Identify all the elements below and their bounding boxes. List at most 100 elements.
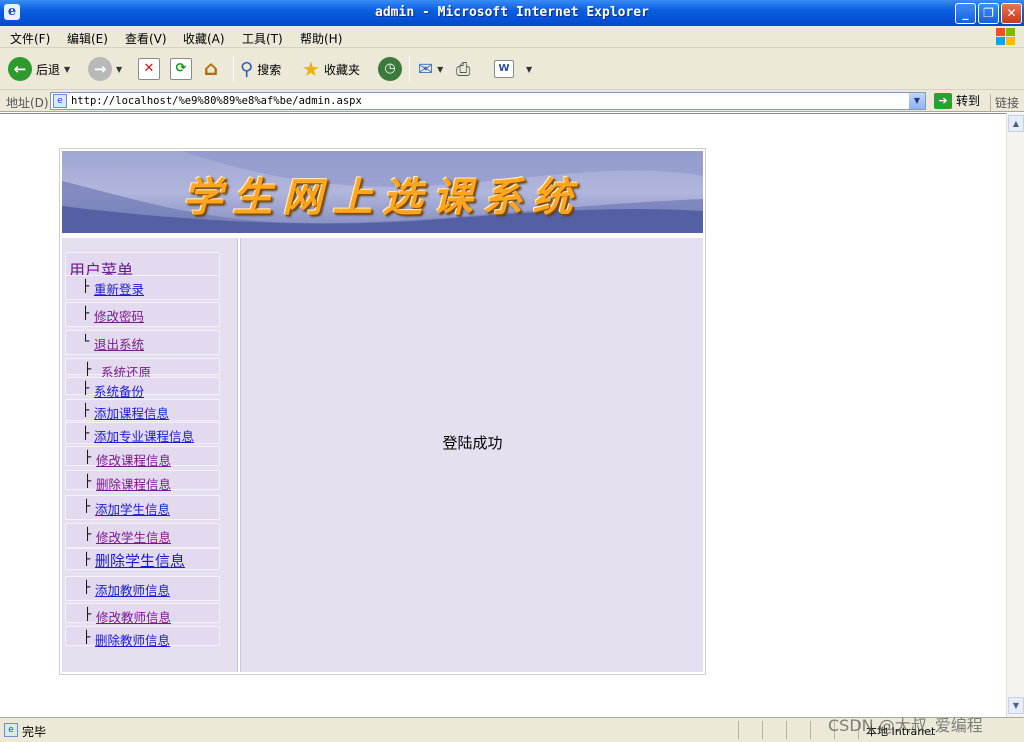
banner-title: 学生网上选课系统 — [182, 174, 583, 221]
tree-branch-icon: ├ — [83, 630, 91, 644]
menu-link[interactable]: 重新登录 — [94, 279, 144, 298]
mail-icon: ✉ — [418, 58, 434, 80]
home-icon: ⌂ — [203, 56, 219, 80]
back-arrow-icon: ← — [8, 57, 32, 81]
menu-link[interactable]: 退出系统 — [94, 334, 144, 353]
refresh-icon: ⟳ — [170, 58, 192, 80]
toolbar-separator — [409, 56, 410, 82]
tree-branch-icon: ├ — [84, 450, 92, 464]
print-button[interactable]: ⎙ — [456, 55, 470, 83]
chevron-down-icon[interactable]: ▼ — [437, 65, 443, 74]
close-button[interactable]: ✕ — [1001, 3, 1022, 24]
go-arrow-icon: ➔ — [934, 92, 952, 109]
scroll-up-icon[interactable]: ▲ — [1008, 115, 1024, 132]
menu-bar: 文件(F) 编辑(E) 查看(V) 收藏(A) 工具(T) 帮助(H) — [0, 26, 1024, 48]
menu-item-row: ├ 修改课程信息 — [65, 446, 220, 469]
tree-branch-icon: ├ — [84, 362, 92, 376]
menu-link[interactable]: 删除学生信息 — [95, 550, 185, 571]
menu-item-row: ├ 添加教师信息 — [65, 576, 220, 601]
tree-branch-icon: ├ — [84, 527, 92, 541]
printer-icon: ⎙ — [456, 58, 471, 80]
menu-item-row: ├ 添加课程信息 — [65, 399, 220, 421]
vertical-scrollbar[interactable]: ▲ ▼ — [1006, 113, 1024, 717]
stop-button[interactable]: ✕ — [138, 55, 160, 83]
menu-item-row: └ 退出系统 — [65, 330, 220, 355]
home-button[interactable]: ⌂ — [200, 55, 222, 83]
tree-branch-icon: ├ — [83, 580, 91, 594]
menu-edit[interactable]: 编辑(E) — [67, 30, 108, 47]
address-dropdown-icon[interactable]: ▼ — [909, 93, 925, 109]
tree-branch-icon: ├ — [82, 426, 90, 440]
menu-view[interactable]: 查看(V) — [125, 30, 167, 47]
csdn-watermark: CSDN @大叔_爱编程 — [828, 716, 983, 735]
sidebar: 用户菜单 ├ 重新登录 ├ 修改密码 └ 退出系统 ├ 系统还原 ├ 系统备份 ├ 添加课程信息 ├ 添加… — [62, 238, 238, 672]
back-label: 后退 — [36, 62, 61, 77]
menu-link[interactable]: 删除课程信息 — [96, 474, 171, 493]
menu-help[interactable]: 帮助(H) — [300, 30, 342, 47]
forward-button[interactable]: → ▼ — [88, 55, 122, 83]
tree-branch-icon: ├ — [84, 474, 92, 488]
address-label: 地址(D) — [6, 96, 49, 110]
main-content: 登陆成功 — [240, 238, 703, 672]
page-frame: 学生网上选课系统 用户菜单 ├ 重新登录 ├ 修改密码 └ 退出系统 ├ 系统还原 ├ 系统备份 ├… — [59, 148, 706, 675]
tree-branch-icon: ├ — [83, 552, 91, 566]
maximize-button[interactable]: ❐ — [978, 3, 999, 24]
edit-button[interactable]: W ▼ — [494, 55, 532, 83]
address-bar: 地址(D) e http://localhost/%e9%80%89%e8%af… — [0, 90, 1024, 112]
menu-link[interactable]: 添加课程信息 — [94, 403, 169, 422]
links-button[interactable]: 链接 — [990, 94, 1019, 111]
menu-link[interactable]: 系统备份 — [94, 381, 144, 400]
toolbar-separator — [233, 56, 234, 82]
chevron-down-icon[interactable]: ▼ — [64, 65, 70, 74]
menu-link[interactable]: 修改教师信息 — [96, 607, 171, 626]
word-icon: W — [494, 60, 514, 78]
menu-tools[interactable]: 工具(T) — [242, 30, 283, 47]
scroll-down-icon[interactable]: ▼ — [1008, 697, 1024, 714]
page-icon: e — [53, 94, 67, 108]
tree-branch-icon: ├ — [82, 306, 90, 320]
history-icon: ◷ — [378, 57, 402, 81]
menu-link[interactable]: 添加教师信息 — [95, 580, 170, 599]
chevron-down-icon[interactable]: ▼ — [116, 65, 122, 74]
menu-favorites[interactable]: 收藏(A) — [183, 30, 225, 47]
menu-item-row: ├ 系统还原 — [65, 358, 220, 380]
menu-file[interactable]: 文件(F) — [10, 30, 50, 47]
back-button[interactable]: ← 后退 ▼ — [8, 55, 70, 83]
menu-item-row: ├ 修改学生信息 — [65, 523, 220, 548]
refresh-button[interactable]: ⟳ — [170, 55, 192, 83]
menu-item-row: ├ 添加专业课程信息 — [65, 422, 220, 444]
banner: 学生网上选课系统 — [62, 151, 703, 233]
menu-link[interactable]: 删除教师信息 — [95, 630, 170, 649]
star-icon: ★ — [302, 57, 320, 81]
tree-branch-icon: ├ — [82, 381, 90, 395]
menu-item-row: ├ 添加学生信息 — [65, 495, 220, 520]
menu-link[interactable]: 修改密码 — [94, 306, 144, 325]
menu-item-row: ├ 删除学生信息 — [65, 548, 220, 570]
title-bar: e admin - Microsoft Internet Explorer _ … — [0, 0, 1024, 26]
history-button[interactable]: ◷ — [378, 55, 402, 83]
address-input[interactable]: e http://localhost/%e9%80%89%e8%af%be/ad… — [50, 92, 926, 110]
page-done-icon: e — [4, 723, 18, 737]
tree-branch-icon: ├ — [82, 403, 90, 417]
menu-item-row: ├ 删除课程信息 — [65, 470, 220, 493]
address-url: http://localhost/%e9%80%89%e8%af%be/admi… — [71, 95, 362, 107]
status-text: 完毕 — [22, 725, 47, 739]
menu-link[interactable]: 修改课程信息 — [96, 450, 171, 469]
go-button[interactable]: ➔ 转到 — [934, 92, 980, 109]
menu-item-row: ├ 重新登录 — [65, 275, 220, 300]
menu-item-row: ├ 系统备份 — [65, 377, 220, 399]
favorites-button[interactable]: ★ 收藏夹 — [302, 55, 360, 83]
tree-branch-icon: ├ — [83, 499, 91, 513]
menu-link[interactable]: 添加学生信息 — [95, 499, 170, 518]
minimize-button[interactable]: _ — [955, 3, 976, 24]
menu-link[interactable]: 添加专业课程信息 — [94, 426, 194, 445]
tree-branch-icon: └ — [82, 334, 90, 348]
search-button[interactable]: ⚲ 搜索 — [240, 55, 281, 83]
chevron-down-icon[interactable]: ▼ — [526, 65, 532, 74]
go-label: 转到 — [956, 94, 981, 108]
menu-link[interactable]: 修改学生信息 — [96, 527, 171, 546]
mail-button[interactable]: ✉ ▼ — [418, 55, 443, 83]
login-success-message: 登陆成功 — [442, 434, 503, 452]
forward-arrow-icon: → — [88, 57, 112, 81]
tree-branch-icon: ├ — [82, 279, 90, 293]
